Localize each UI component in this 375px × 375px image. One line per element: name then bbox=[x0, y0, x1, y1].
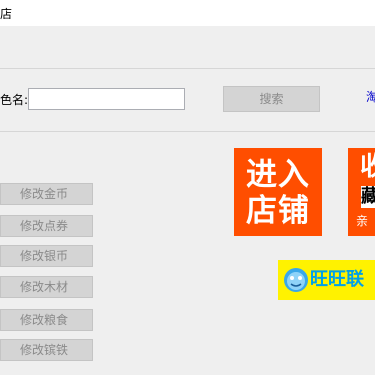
modify-silver-button[interactable]: 修改银币 bbox=[0, 245, 93, 267]
modify-points-button[interactable]: 修改点券 bbox=[0, 215, 93, 237]
modify-grain-button[interactable]: 修改粮食 bbox=[0, 309, 93, 331]
divider bbox=[0, 68, 375, 69]
divider bbox=[0, 131, 375, 132]
modify-wood-button[interactable]: 修改木材 bbox=[0, 276, 93, 298]
wangwang-face-icon bbox=[284, 268, 308, 292]
enter-store-banner[interactable]: 进入 店铺 bbox=[234, 148, 322, 236]
favorite-banner[interactable]: 收 藏 亲 bbox=[348, 148, 375, 236]
role-name-input[interactable] bbox=[28, 88, 185, 110]
title-bar: 店 bbox=[0, 0, 375, 26]
modify-iron-button[interactable]: 修改镔铁 bbox=[0, 339, 93, 361]
enter-store-line1: 进入 bbox=[246, 157, 310, 193]
favorite-char-1: 收 bbox=[360, 152, 375, 182]
role-name-label: 色名: bbox=[0, 93, 29, 107]
window-title: 店 bbox=[0, 7, 13, 21]
store-link[interactable]: 淘 bbox=[366, 88, 375, 105]
search-button[interactable]: 搜索 bbox=[223, 86, 320, 112]
favorite-char-2: 藏 bbox=[361, 186, 375, 208]
modify-gold-button[interactable]: 修改金币 bbox=[0, 183, 93, 205]
enter-store-line2: 店铺 bbox=[246, 193, 310, 229]
wangwang-contact-banner[interactable]: 旺旺联 bbox=[278, 260, 375, 300]
favorite-char-3: 亲 bbox=[356, 214, 369, 228]
wangwang-label: 旺旺联 bbox=[310, 269, 364, 290]
